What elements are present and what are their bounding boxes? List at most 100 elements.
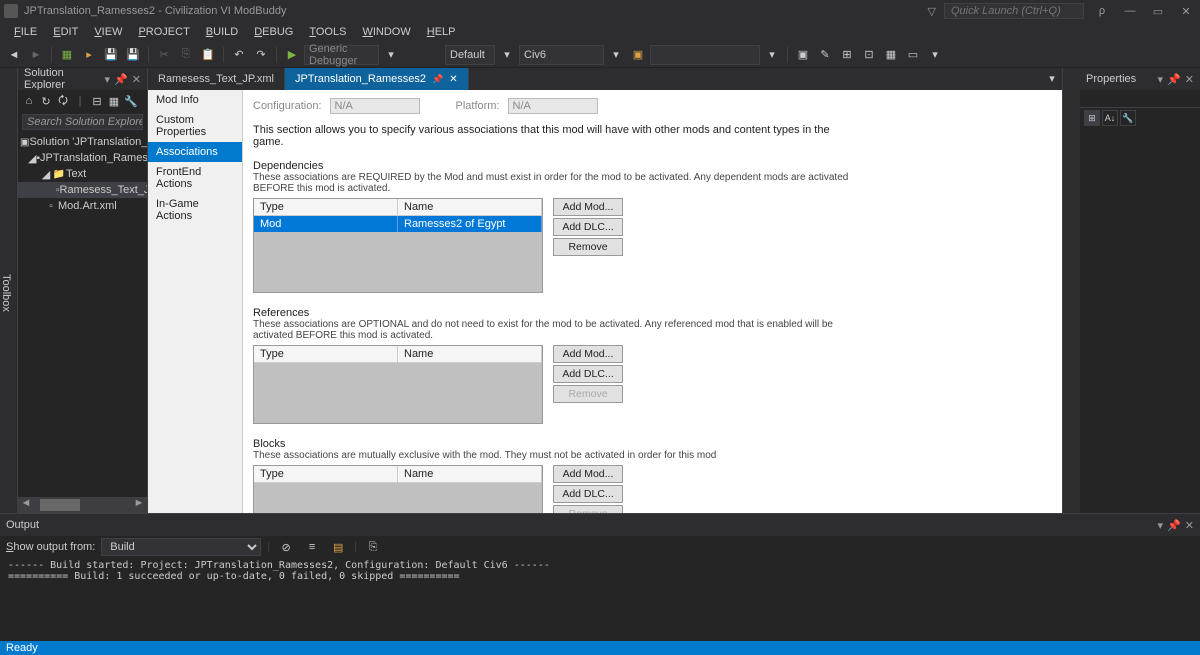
collapse-icon[interactable]: ⊟ [90,94,104,108]
new-file-button[interactable]: ▦ [57,45,77,65]
sync-icon[interactable]: ↻ [39,94,53,108]
dep-remove-button[interactable]: Remove [553,238,623,256]
panel-close-icon[interactable]: ✕ [132,73,141,86]
save-all-button[interactable]: 💾 [123,45,143,65]
blk-remove-button: Remove [553,505,623,513]
blocks-grid[interactable]: TypeName [253,465,543,513]
menu-view[interactable]: VIEW [88,26,128,38]
solution-hscroll[interactable]: ◄► [18,497,147,513]
pin-icon[interactable]: 📌 [432,74,443,85]
properties-icon[interactable]: 🔧 [124,94,138,108]
output-goto-icon[interactable]: ▤ [328,537,348,557]
tree-file-modart[interactable]: ▫Mod.Art.xml [18,198,147,214]
tabs-overflow-icon[interactable]: ▾ [1042,68,1062,88]
tab-close-icon[interactable]: ✕ [449,74,457,85]
modnav-custom[interactable]: Custom Properties [148,110,242,142]
solution-search-input[interactable]: Search Solution Explorer (Ctrl+;) [22,114,143,130]
dep-add-mod-button[interactable]: Add Mod... [553,198,623,216]
tool-more[interactable]: ▾ [925,45,945,65]
dependencies-grid[interactable]: TypeName ModRamesses2 of Egypt [253,198,543,293]
home-icon[interactable]: ⌂ [22,94,36,108]
output-clear-icon[interactable]: ⊘ [276,537,296,557]
maximize-button[interactable]: ▭ [1148,5,1168,18]
output-close-icon[interactable]: ✕ [1185,519,1194,532]
start-button[interactable]: ▶ [282,45,302,65]
tree-project[interactable]: ◢▪JPTranslation_Ramesses2 [18,150,147,166]
menu-project[interactable]: PROJECT [132,26,195,38]
copy-button: ⎘ [176,45,196,65]
toolbox-tab[interactable]: Toolbox [0,68,18,513]
panel-pin-icon[interactable]: 📌 [114,73,128,86]
categorize-icon[interactable]: ⊞ [1084,110,1100,126]
config-dropdown[interactable]: N/A [330,98,420,114]
modnav-associations[interactable]: Associations [148,142,242,162]
debugger-select[interactable]: Generic Debugger [304,45,379,65]
asset-editor-button[interactable]: ▣ [628,45,648,65]
output-pin-icon[interactable]: 📌 [1167,519,1181,532]
ref-add-dlc-button[interactable]: Add DLC... [553,365,623,383]
platform-select[interactable]: Civ6 [519,45,604,65]
ref-add-mod-button[interactable]: Add Mod... [553,345,623,363]
platform-more[interactable]: ▾ [606,45,626,65]
menu-help[interactable]: HELP [421,26,462,38]
config-select[interactable]: Default [445,45,495,65]
refresh-icon[interactable]: 🗘 [56,94,70,108]
user-icon[interactable]: ρ [1092,5,1112,17]
modnav-ingame[interactable]: In-Game Actions [148,194,242,226]
tree-solution[interactable]: ▣Solution 'JPTranslation_Ramesses2' [18,134,147,150]
props-icon[interactable]: 🔧 [1120,110,1136,126]
dependencies-title: Dependencies [253,160,1052,172]
forward-button[interactable]: ► [26,45,46,65]
asset-more[interactable]: ▾ [762,45,782,65]
close-button[interactable]: ✕ [1176,5,1196,18]
platform-label: Platform: [456,100,500,112]
asset-select[interactable] [650,45,760,65]
tool-icon-6[interactable]: ▭ [903,45,923,65]
alphabetize-icon[interactable]: A↓ [1102,110,1118,126]
props-menu-icon[interactable]: ▾ [1158,73,1164,86]
quick-launch-input[interactable] [944,3,1084,19]
show-all-icon[interactable]: ▦ [107,94,121,108]
tool-icon-2[interactable]: ✎ [815,45,835,65]
panel-menu-icon[interactable]: ▾ [105,73,111,86]
back-button[interactable]: ◄ [4,45,24,65]
doc-tab-xml[interactable]: Ramesess_Text_JP.xml [148,68,285,90]
minimize-button[interactable]: — [1120,5,1140,17]
modnav-info[interactable]: Mod Info [148,90,242,110]
platform-dropdown[interactable]: N/A [508,98,598,114]
status-bar: Ready [0,641,1200,655]
output-nav-icon[interactable]: ⎘ [363,537,383,557]
debugger-more[interactable]: ▾ [381,45,401,65]
menu-build[interactable]: BUILD [200,26,244,38]
tool-icon-1[interactable]: ▣ [793,45,813,65]
props-pin-icon[interactable]: 📌 [1167,73,1181,86]
redo-button[interactable]: ↷ [251,45,271,65]
output-text[interactable]: ------ Build started: Project: JPTransla… [0,558,1200,641]
menu-file[interactable]: FILE [8,26,43,38]
tool-icon-3[interactable]: ⊞ [837,45,857,65]
modnav-frontend[interactable]: FrontEnd Actions [148,162,242,194]
notification-icon[interactable]: ▽ [928,5,936,18]
references-grid[interactable]: TypeName [253,345,543,424]
open-file-button[interactable]: ▸ [79,45,99,65]
tree-folder-text[interactable]: ◢📁Text [18,166,147,182]
menu-window[interactable]: WINDOW [356,26,416,38]
tree-file-ramesses[interactable]: ▫Ramesess_Text_JP.xml [18,182,147,198]
save-button[interactable]: 💾 [101,45,121,65]
doc-tab-project[interactable]: JPTranslation_Ramesses2📌✕ [285,68,469,90]
blk-add-mod-button[interactable]: Add Mod... [553,465,623,483]
output-wrap-icon[interactable]: ≡ [302,537,322,557]
output-menu-icon[interactable]: ▾ [1158,519,1164,532]
menu-tools[interactable]: TOOLS [303,26,352,38]
dep-add-dlc-button[interactable]: Add DLC... [553,218,623,236]
menu-debug[interactable]: DEBUG [248,26,299,38]
output-source-select[interactable]: Build [101,538,261,556]
props-close-icon[interactable]: ✕ [1185,73,1194,86]
right-gutter [1062,68,1080,513]
config-more[interactable]: ▾ [497,45,517,65]
blk-add-dlc-button[interactable]: Add DLC... [553,485,623,503]
undo-button[interactable]: ↶ [229,45,249,65]
tool-icon-4[interactable]: ⊡ [859,45,879,65]
menu-edit[interactable]: EDIT [47,26,84,38]
tool-icon-5[interactable]: ▦ [881,45,901,65]
